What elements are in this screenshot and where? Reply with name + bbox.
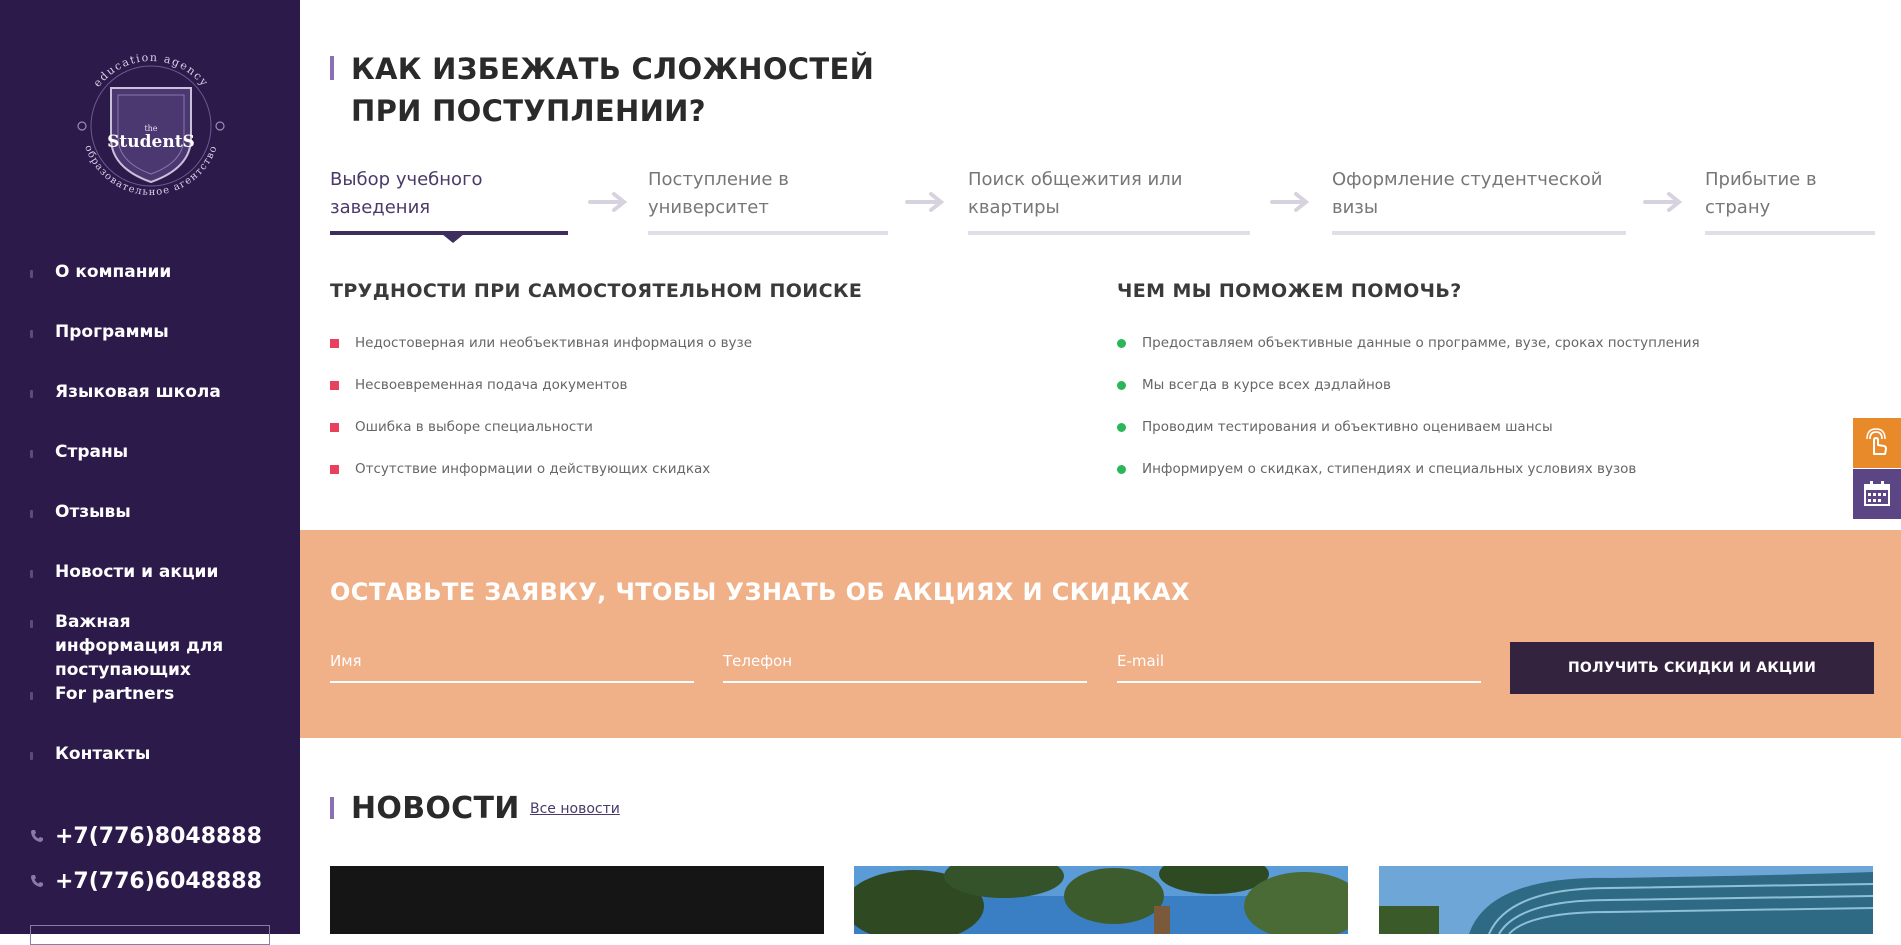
touch-hand-icon [1866, 428, 1887, 455]
step-admission[interactable]: Поступление в университет [648, 166, 898, 235]
step-housing[interactable]: Поиск общежития или квартиры [968, 166, 1268, 235]
dot-bullet-icon [1117, 423, 1126, 432]
step-label-line1: Выбор учебного [330, 169, 483, 190]
calendar-icon [1864, 481, 1890, 506]
phone-icon [31, 830, 43, 842]
news-title: НОВОСТИ [330, 788, 520, 830]
phone-number-2[interactable]: +7(776)6048888 [30, 867, 262, 897]
step-active-pointer [442, 234, 464, 243]
list-item: Предоставляем объективные данные о прогр… [1117, 335, 1857, 352]
phone-number-text: +7(776)8048888 [55, 824, 262, 849]
nav-item-news[interactable]: Новости и акции [30, 560, 218, 584]
logo-wordmark: StudentS [107, 132, 195, 152]
nav-item-partners[interactable]: For partners [30, 682, 174, 706]
main-content: КАК ИЗБЕЖАТЬ СЛОЖНОСТЕЙ ПРИ ПОСТУПЛЕНИИ?… [300, 0, 1901, 934]
step-label-line2: страну [1705, 197, 1771, 218]
arrow-right-icon [588, 192, 628, 212]
nav-item-about[interactable]: О компании [30, 260, 171, 284]
step-underline [648, 231, 888, 235]
square-bullet-icon [330, 465, 339, 474]
problems-list: Недостоверная или необъективная информац… [330, 335, 1050, 503]
list-item-text: Информируем о скидках, стипендиях и спец… [1142, 461, 1637, 477]
arrow-right-icon [1643, 192, 1683, 212]
problems-title: ТРУДНОСТИ ПРИ САМОСТОЯТЕЛЬНОМ ПОИСКЕ [330, 280, 863, 302]
dot-bullet-icon [1117, 381, 1126, 390]
all-news-link[interactable]: Все новости [530, 801, 620, 817]
step-underline [1332, 231, 1626, 235]
sidebar-callback-box[interactable] [30, 925, 270, 945]
get-discounts-button[interactable]: ПОЛУЧИТЬ СКИДКИ И АКЦИИ [1510, 642, 1874, 694]
news-card-image[interactable] [1379, 866, 1873, 934]
nav-item-language-school[interactable]: Языковая школа [30, 380, 221, 404]
phone-number-text: +7(776)6048888 [55, 869, 262, 894]
arrow-right-icon [905, 192, 945, 212]
step-underline [1705, 231, 1875, 235]
sidebar: education agency образовательное агентст… [0, 0, 300, 945]
solutions-title: ЧЕМ МЫ ПОМОЖЕМ ПОМОЧЬ? [1117, 280, 1462, 302]
step-label-line1: Поиск общежития или [968, 169, 1183, 190]
solutions-list: Предоставляем объективные данные о прогр… [1117, 335, 1857, 503]
list-item-text: Несвоевременная подача документов [355, 377, 628, 393]
step-label-line1: Прибытие в [1705, 169, 1817, 190]
list-item: Несвоевременная подача документов [330, 377, 1050, 394]
nav-item-programs[interactable]: Программы [30, 320, 169, 344]
nav-item-reviews[interactable]: Отзывы [30, 500, 131, 524]
list-item-text: Ошибка в выборе специальности [355, 419, 593, 435]
list-item-text: Недостоверная или необъективная информац… [355, 335, 753, 351]
section-title-line2: ПРИ ПОСТУПЛЕНИИ? [351, 94, 706, 128]
list-item-text: Мы всегда в курсе всех дэдлайнов [1142, 377, 1392, 393]
phone-list: +7(776)8048888 +7(776)6048888 [30, 822, 262, 912]
news-card-image[interactable] [330, 866, 824, 934]
promo-form: ОСТАВЬТЕ ЗАЯВКУ, ЧТОБЫ УЗНАТЬ ОБ АКЦИЯХ … [300, 530, 1901, 738]
dot-bullet-icon [1117, 339, 1126, 348]
dot-bullet-icon [1117, 465, 1126, 474]
list-item: Проводим тестирования и объективно оцени… [1117, 419, 1857, 436]
step-label-line1: Оформление студентческой [1332, 169, 1603, 190]
step-label-line2: квартиры [968, 197, 1060, 218]
nav-item-countries[interactable]: Страны [30, 440, 128, 464]
square-bullet-icon [330, 339, 339, 348]
name-field[interactable]: Имя [330, 645, 694, 683]
list-item: Ошибка в выборе специальности [330, 419, 1050, 436]
phone-number-1[interactable]: +7(776)8048888 [30, 822, 262, 852]
list-item: Информируем о скидках, стипендиях и спец… [1117, 461, 1857, 478]
list-item: Отсутствие информации о действующих скид… [330, 461, 1050, 478]
news-card-image[interactable] [854, 866, 1348, 934]
step-label-line1: Поступление в [648, 169, 789, 190]
list-item: Мы всегда в курсе всех дэдлайнов [1117, 377, 1857, 394]
step-label-line2: университет [648, 197, 769, 218]
phone-icon [31, 875, 43, 887]
section-title-line1: КАК ИЗБЕЖАТЬ СЛОЖНОСТЕЙ [351, 52, 875, 86]
step-arrival[interactable]: Прибытие в страну [1705, 166, 1875, 235]
list-item: Недостоверная или необъективная информац… [330, 335, 1050, 352]
callback-widget-button[interactable] [1853, 418, 1901, 468]
square-bullet-icon [330, 423, 339, 432]
phone-field[interactable]: Телефон [723, 645, 1087, 683]
step-visa[interactable]: Оформление студентческой визы [1332, 166, 1642, 235]
email-field[interactable]: E-mail [1117, 645, 1481, 683]
logo[interactable]: education agency образовательное агентст… [68, 40, 234, 212]
square-bullet-icon [330, 381, 339, 390]
list-item-text: Проводим тестирования и объективно оцени… [1142, 419, 1553, 435]
list-item-text: Отсутствие информации о действующих скид… [355, 461, 711, 477]
section-title: КАК ИЗБЕЖАТЬ СЛОЖНОСТЕЙ ПРИ ПОСТУПЛЕНИИ? [330, 48, 874, 132]
step-choose-institution[interactable]: Выбор учебного заведения [330, 166, 570, 243]
nav-item-important-info[interactable]: Важная информация для поступающих [30, 610, 260, 682]
arrow-right-icon [1270, 192, 1310, 212]
list-item-text: Предоставляем объективные данные о прогр… [1142, 335, 1700, 351]
nav-item-contacts[interactable]: Контакты [30, 742, 150, 766]
step-label-line2: визы [1332, 197, 1379, 218]
step-underline [968, 231, 1250, 235]
promo-title: ОСТАВЬТЕ ЗАЯВКУ, ЧТОБЫ УЗНАТЬ ОБ АКЦИЯХ … [330, 578, 1190, 606]
calendar-widget-button[interactable] [1853, 469, 1901, 519]
step-label-line2: заведения [330, 197, 431, 218]
